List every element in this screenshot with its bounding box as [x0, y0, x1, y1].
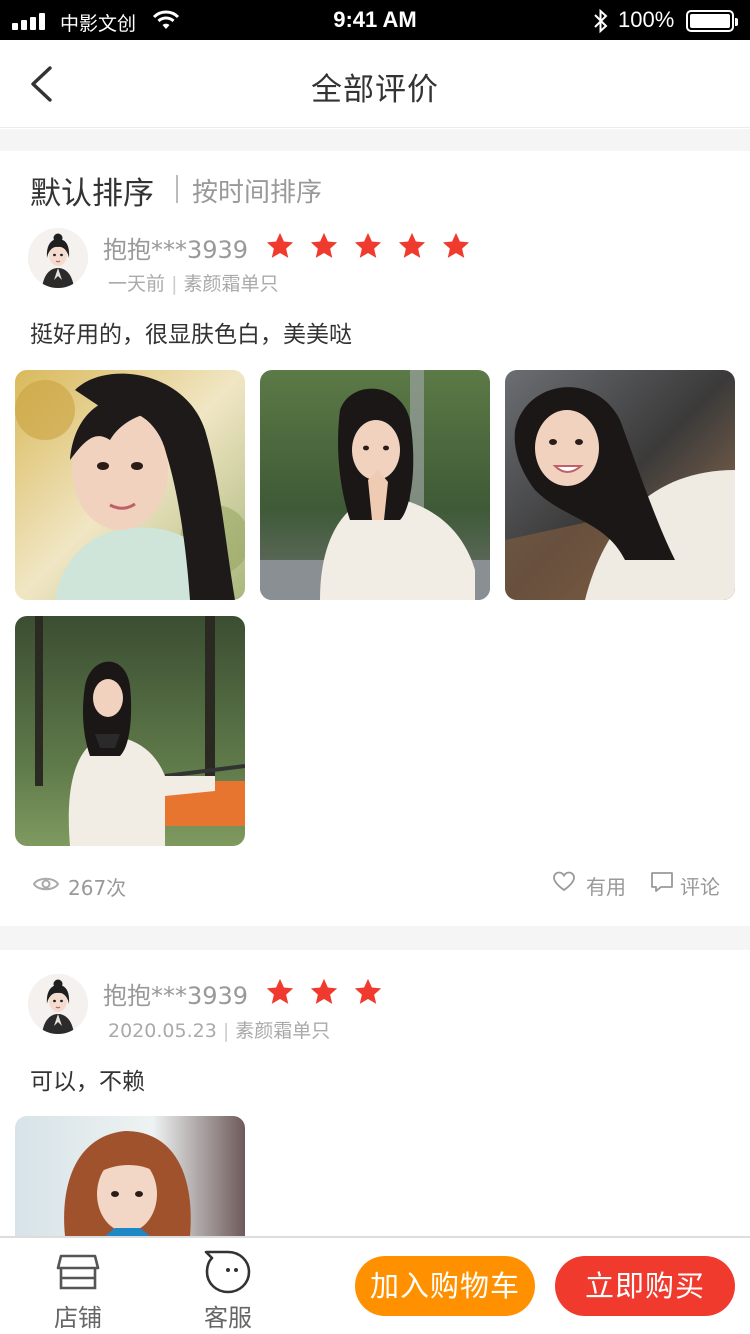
store-icon: [56, 1254, 100, 1290]
review-text: 挺好用的，很显肤色白，美美哒: [30, 322, 352, 348]
review-product: 素颜霜单只: [183, 273, 279, 295]
service-tab[interactable]: 客服: [178, 1238, 278, 1334]
comment-button[interactable]: 评论: [650, 870, 720, 899]
review-date: 2020.05.23: [108, 1020, 217, 1042]
view-count: 267次: [68, 876, 127, 900]
sort-default-tab[interactable]: 默认排序: [30, 168, 154, 213]
star-icon: [265, 977, 295, 1007]
star-icon: [441, 231, 471, 261]
page-title: 全部评价: [311, 72, 439, 108]
sort-by-time-tab[interactable]: 按时间排序: [192, 172, 322, 209]
comment-icon: [651, 872, 673, 892]
rating-stars: [265, 977, 397, 1009]
heart-icon: [553, 871, 575, 892]
review-photo[interactable]: [15, 616, 245, 846]
star-icon: [309, 977, 339, 1007]
review-photo[interactable]: [505, 370, 735, 600]
star-icon: [353, 977, 383, 1007]
section-gap: [0, 129, 750, 151]
review-text: 可以，不赖: [30, 1069, 145, 1095]
review-meta: 2020.05.23 | 素颜霜单只: [108, 1020, 331, 1042]
avatar[interactable]: [28, 228, 88, 288]
status-bar: 中影文创 9:41 AM 100%: [0, 0, 750, 40]
add-to-cart-button[interactable]: 加入购物车: [355, 1256, 535, 1316]
review-date: 一天前: [108, 273, 166, 295]
review-photo[interactable]: [260, 370, 490, 600]
review-username: 抱抱***3939: [103, 236, 249, 264]
nav-bar: 全部评价: [0, 40, 750, 128]
review-username: 抱抱***3939: [103, 982, 249, 1010]
sort-divider: [176, 175, 178, 203]
bluetooth-icon: [594, 8, 608, 34]
star-icon: [309, 231, 339, 261]
review-meta: 一天前 | 素颜霜单只: [108, 273, 279, 295]
shop-tab[interactable]: 店铺: [28, 1238, 128, 1334]
review-photo[interactable]: [15, 370, 245, 600]
battery-percent: 100%: [618, 7, 675, 32]
rating-stars: [265, 231, 485, 263]
buy-now-button[interactable]: 立即购买: [555, 1256, 735, 1316]
comment-label: 评论: [680, 875, 720, 899]
battery-icon: [686, 10, 738, 32]
shop-label: 店铺: [54, 1304, 102, 1332]
chat-bubble-icon: [204, 1250, 251, 1294]
eye-icon: [32, 877, 60, 891]
star-icon: [397, 231, 427, 261]
useful-label: 有用: [586, 875, 626, 899]
avatar[interactable]: [28, 974, 88, 1034]
review-photo[interactable]: [15, 1116, 245, 1236]
section-gap: [0, 926, 750, 950]
service-label: 客服: [204, 1304, 252, 1332]
star-icon: [265, 231, 295, 261]
star-icon: [353, 231, 383, 261]
useful-button[interactable]: 有用: [552, 870, 626, 899]
review-product: 素颜霜单只: [235, 1020, 331, 1042]
bottom-action-bar: 店铺 客服 加入购物车 立即购买: [0, 1236, 750, 1334]
